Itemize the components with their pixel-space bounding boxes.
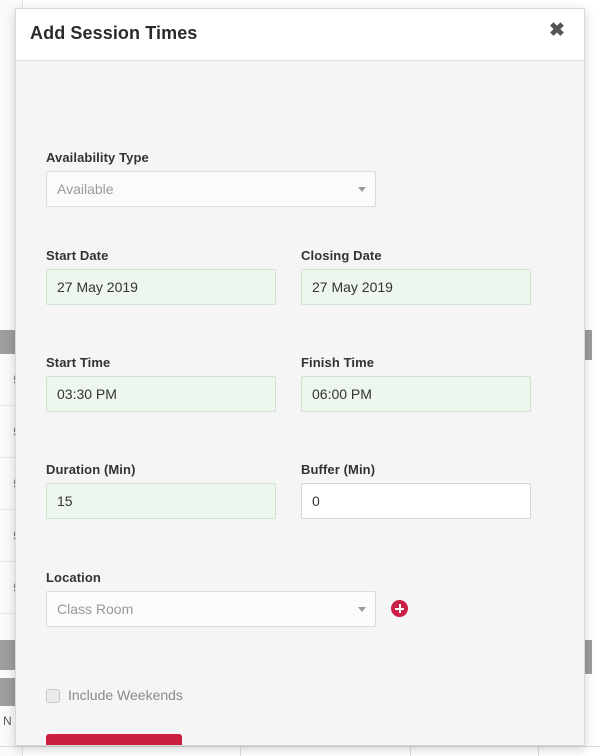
- add-session-button-label: Add Session: [81, 744, 167, 746]
- closing-date-input[interactable]: 27 May 2019: [301, 269, 531, 305]
- plus-circle-icon: [61, 745, 74, 746]
- location-value: Class Room: [57, 601, 134, 617]
- availability-type-value: Available: [57, 181, 114, 197]
- modal-header: Add Session Times ✖: [16, 9, 584, 61]
- location-label: Location: [46, 570, 101, 585]
- background-column-divider: [410, 746, 411, 756]
- start-time-label: Start Time: [46, 355, 111, 370]
- background-footer-text: N: [3, 714, 12, 728]
- background-column-divider: [240, 746, 241, 756]
- include-weekends-checkbox[interactable]: [46, 689, 60, 703]
- start-date-input[interactable]: 27 May 2019: [46, 269, 276, 305]
- add-session-button[interactable]: Add Session: [46, 734, 182, 746]
- buffer-label: Buffer (Min): [301, 462, 376, 477]
- start-time-input[interactable]: 03:30 PM: [46, 376, 276, 412]
- start-date-label: Start Date: [46, 248, 109, 263]
- availability-type-label: Availability Type: [46, 150, 149, 165]
- background-divider: [0, 746, 600, 747]
- chevron-down-icon: [358, 187, 366, 192]
- add-session-times-modal: Add Session Times ✖ Availability Type Av…: [15, 8, 585, 746]
- availability-type-select[interactable]: Available: [46, 171, 376, 207]
- modal-body: Availability Type Available Start Date 2…: [16, 61, 584, 745]
- location-select[interactable]: Class Room: [46, 591, 376, 627]
- closing-date-label: Closing Date: [301, 248, 382, 263]
- duration-label: Duration (Min): [46, 462, 136, 477]
- background-column-divider: [538, 746, 539, 756]
- finish-time-input[interactable]: 06:00 PM: [301, 376, 531, 412]
- finish-time-label: Finish Time: [301, 355, 375, 370]
- include-weekends-label: Include Weekends: [68, 687, 183, 703]
- chevron-down-icon: [358, 607, 366, 612]
- close-icon[interactable]: ✖: [544, 18, 570, 44]
- buffer-input[interactable]: 0: [301, 483, 531, 519]
- add-location-icon[interactable]: [391, 600, 408, 617]
- page-title: Add Session Times: [30, 23, 198, 43]
- duration-input[interactable]: 15: [46, 483, 276, 519]
